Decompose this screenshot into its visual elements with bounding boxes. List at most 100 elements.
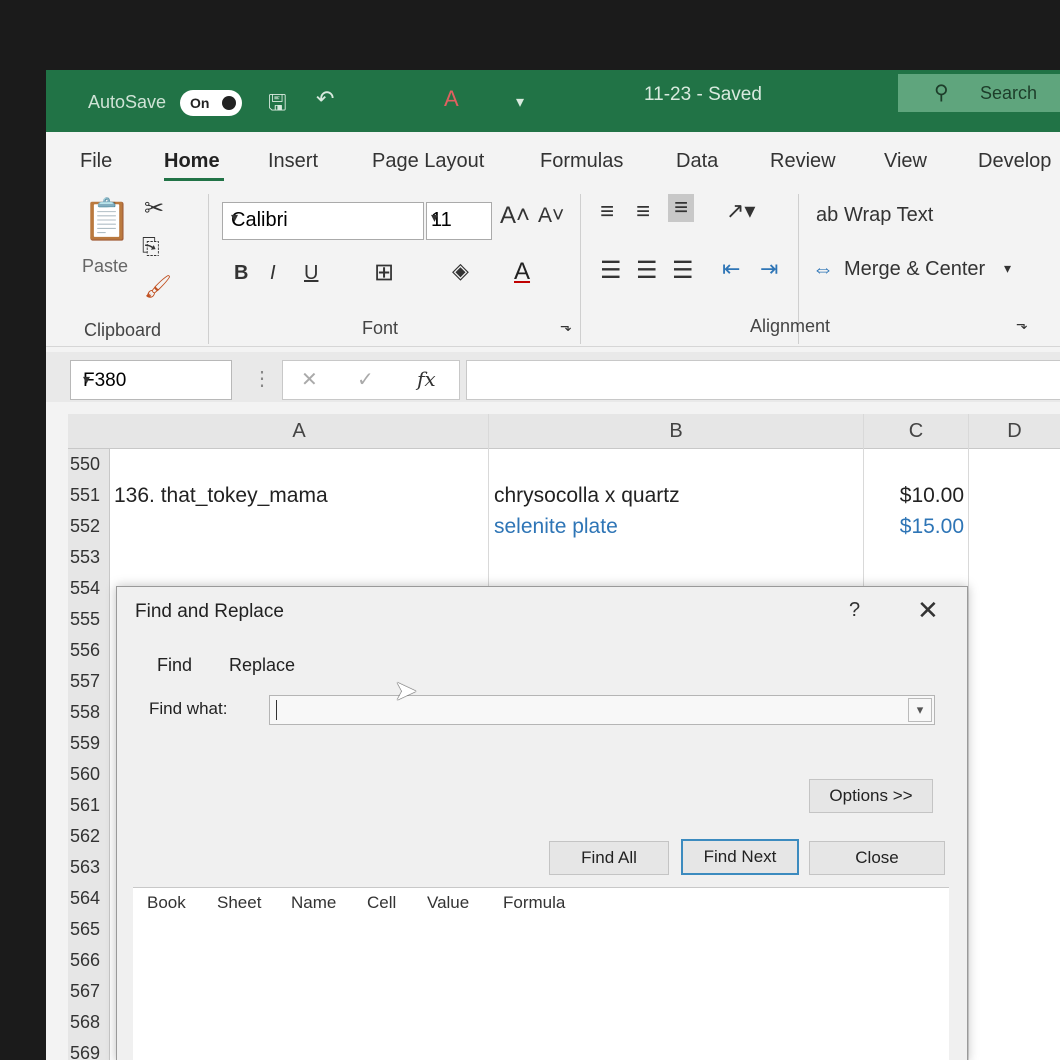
cut-icon[interactable]: ✂ (144, 194, 164, 223)
row-number[interactable]: 551 (68, 480, 110, 511)
row-number[interactable]: 553 (68, 542, 110, 573)
increase-indent-icon[interactable]: ⇥ (760, 256, 778, 282)
undo-icon[interactable]: ↶ (316, 86, 334, 112)
tab-view[interactable]: View (884, 150, 927, 173)
row-number[interactable]: 565 (68, 914, 110, 945)
dialog-launcher-icon[interactable]: ⬎ (1016, 316, 1028, 333)
row-number[interactable]: 557 (68, 666, 110, 697)
name-box[interactable]: F380 ▾ (70, 360, 232, 400)
formula-input[interactable] (466, 360, 1060, 400)
tab-page-layout[interactable]: Page Layout (372, 150, 484, 173)
row-number[interactable]: 550 (68, 449, 110, 480)
row-number[interactable]: 559 (68, 728, 110, 759)
orientation-icon[interactable]: ↗▾ (726, 198, 755, 224)
column-header-a[interactable]: A (110, 414, 489, 449)
copy-icon[interactable]: ⎘ (142, 234, 160, 260)
shrink-font-icon[interactable]: A˅ (538, 204, 564, 228)
column-header-b[interactable]: B (489, 414, 864, 449)
tab-data[interactable]: Data (676, 150, 718, 173)
borders-icon[interactable]: ⊞ (374, 258, 394, 287)
font-name-select[interactable]: Calibri ▾ (222, 202, 424, 240)
wrap-text-button[interactable]: Wrap Text (844, 204, 933, 227)
tab-file[interactable]: File (80, 150, 112, 173)
result-header-cell[interactable]: Cell (367, 893, 396, 913)
row-number[interactable]: 564 (68, 883, 110, 914)
cancel-icon[interactable]: ✕ (301, 367, 318, 392)
tab-insert[interactable]: Insert (268, 150, 318, 173)
find-next-button[interactable]: Find Next (681, 839, 799, 875)
enter-icon[interactable]: ✓ (357, 367, 374, 392)
cell-c[interactable] (868, 449, 964, 480)
insert-function-icon[interactable]: fx (417, 367, 436, 391)
align-top-icon[interactable]: ≡ (600, 198, 614, 226)
tab-home[interactable]: Home (164, 150, 220, 173)
grow-font-icon[interactable]: A˄ (500, 202, 530, 230)
result-header-name[interactable]: Name (291, 893, 336, 913)
align-left-icon[interactable]: ☰ (600, 256, 622, 285)
row-number[interactable]: 554 (68, 573, 110, 604)
tab-formulas[interactable]: Formulas (540, 150, 623, 173)
row-number[interactable]: 568 (68, 1007, 110, 1038)
row-number[interactable]: 569 (68, 1038, 110, 1060)
cell-b[interactable]: selenite plate (494, 511, 618, 542)
row-number[interactable]: 566 (68, 945, 110, 976)
decrease-indent-icon[interactable]: ⇤ (722, 256, 740, 282)
align-center-icon[interactable]: ☰ (636, 256, 658, 285)
cell-c[interactable]: $10.00 (868, 480, 964, 511)
paste-icon[interactable]: 📋 (82, 196, 132, 243)
cell-a[interactable]: 136. that_tokey_mama (114, 480, 328, 511)
result-header-book[interactable]: Book (147, 893, 186, 913)
merge-center-button[interactable]: Merge & Center (844, 258, 985, 281)
cell-c[interactable]: $15.00 (868, 511, 964, 542)
tab-replace[interactable]: Replace (229, 655, 295, 676)
column-header-d[interactable]: D (969, 414, 1060, 449)
column-header-c[interactable]: C (864, 414, 969, 449)
close-button[interactable]: Close (809, 841, 945, 875)
tab-developer[interactable]: Develop (978, 150, 1051, 173)
find-what-input[interactable]: ▾ (269, 695, 935, 725)
row-number[interactable]: 555 (68, 604, 110, 635)
row-number[interactable]: 567 (68, 976, 110, 1007)
chevron-down-icon[interactable]: ▾ (908, 698, 932, 722)
row-number[interactable]: 561 (68, 790, 110, 821)
result-header-formula[interactable]: Formula (503, 893, 565, 913)
cell-b[interactable]: chrysocolla x quartz (494, 480, 680, 511)
chevron-down-icon[interactable]: ▾ (1004, 260, 1011, 277)
result-header-value[interactable]: Value (427, 893, 469, 913)
row-number[interactable]: 556 (68, 635, 110, 666)
font-color-quick-icon[interactable]: A (444, 86, 459, 112)
dialog-launcher-icon[interactable]: ⬎ (560, 318, 572, 335)
customize-toolbar-icon[interactable]: ▾ (516, 92, 524, 112)
align-middle-icon[interactable]: ≡ (636, 198, 650, 226)
save-icon[interactable]: 🖫 (268, 86, 287, 124)
underline-button[interactable]: U (304, 262, 318, 285)
find-all-button[interactable]: Find All (549, 841, 669, 875)
result-header-sheet[interactable]: Sheet (217, 893, 261, 913)
paste-label[interactable]: Paste (82, 256, 128, 277)
row-number[interactable]: 563 (68, 852, 110, 883)
italic-button[interactable]: I (270, 262, 276, 285)
bold-button[interactable]: B (234, 262, 248, 285)
font-size-select[interactable]: 11 ▾ (426, 202, 492, 240)
row-number[interactable]: 558 (68, 697, 110, 728)
document-title[interactable]: 11-23 - Saved (644, 84, 762, 106)
row-number[interactable]: 562 (68, 821, 110, 852)
cell-c[interactable] (868, 542, 964, 573)
align-right-icon[interactable]: ☰ (672, 256, 694, 285)
select-all-corner[interactable] (68, 414, 111, 449)
font-color-icon[interactable]: A (514, 258, 530, 286)
fill-color-icon[interactable]: ◈ (452, 258, 469, 284)
tab-review[interactable]: Review (770, 150, 836, 173)
align-bottom-icon[interactable]: ≡ (668, 194, 695, 222)
row-number[interactable]: 552 (68, 511, 110, 542)
format-painter-icon[interactable]: 🖌 (144, 274, 172, 300)
help-button[interactable]: ? (849, 599, 860, 622)
autosave-toggle[interactable]: On (180, 90, 242, 116)
merge-center-icon[interactable]: ⇔ (812, 256, 834, 282)
tab-find[interactable]: Find (157, 655, 192, 676)
row-number[interactable]: 560 (68, 759, 110, 790)
search-box[interactable]: ⚲ Search (898, 74, 1060, 112)
options-button[interactable]: Options >> (809, 779, 933, 813)
wrap-text-icon[interactable]: ab (816, 204, 838, 227)
dialog-close-button[interactable]: ✕ (917, 595, 939, 626)
